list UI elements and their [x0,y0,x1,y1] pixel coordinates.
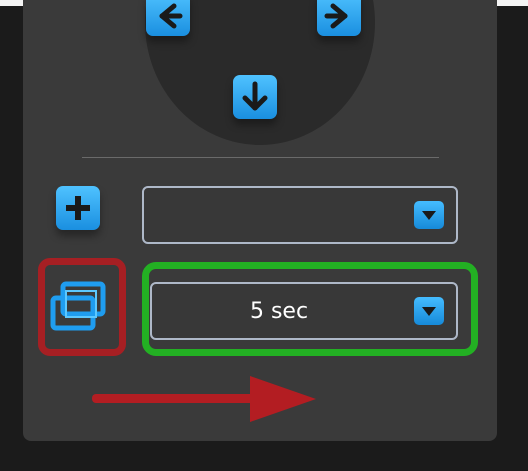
dpad-right-button[interactable] [317,0,361,36]
green-highlight-frame [142,262,478,356]
red-arrow-right-icon [92,376,316,422]
preset-select[interactable] [142,186,458,244]
dpad-down-button[interactable] [233,75,277,119]
arrow-left-icon [159,3,183,29]
red-highlight-frame [38,258,126,356]
preset-select-value [144,188,406,242]
add-button[interactable] [56,186,100,230]
dpad-left-button[interactable] [146,0,190,36]
arrow-right-icon [324,3,348,29]
arrow-down-icon [242,81,268,111]
chevron-down-icon[interactable] [414,201,444,229]
divider [82,157,439,158]
plus-icon [66,196,90,220]
